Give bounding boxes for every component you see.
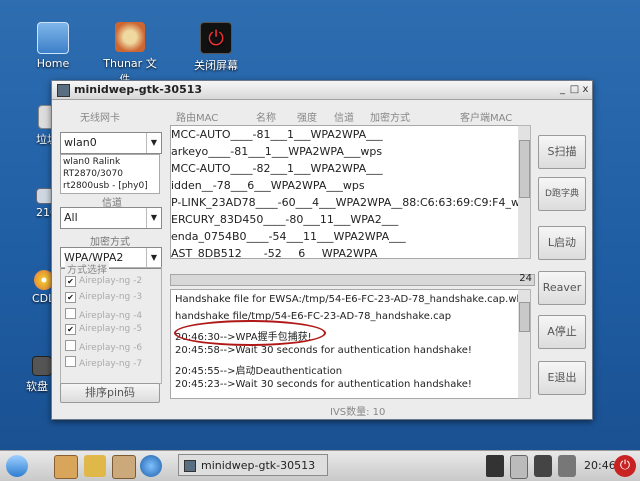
window-title: minidwep-gtk-30513 (74, 83, 203, 96)
nic-select-value: wlan0 (64, 136, 97, 149)
log-line: 20:45:55-->启动Deauthentication (175, 366, 343, 377)
window-app-icon (57, 84, 70, 97)
volume-icon[interactable] (486, 455, 504, 477)
nic-info-box: wlan0 Ralink RT2870/3070 rt2800usb - [ph… (60, 154, 160, 194)
editor-icon[interactable] (84, 455, 106, 477)
log-line: 20:45:58-->Wait 30 seconds for authentic… (175, 345, 472, 356)
mode-label: Aireplay-ng -3 (79, 292, 143, 302)
home-folder-icon (37, 22, 69, 54)
mode-checkbox[interactable]: ✔ Aireplay-ng -3 (65, 292, 142, 306)
header-mac: 路由MAC (176, 113, 219, 124)
mode-checkbox[interactable]: ✔ Aireplay-ng -5 (65, 324, 142, 338)
nic-info-line: RT2870/3070 (63, 169, 123, 179)
ap-row[interactable]: enda_0754B0____-54___11___WPA2WPA___ (171, 230, 406, 243)
ap-row[interactable]: idden__-78___6___WPA2WPA___wps (171, 179, 365, 192)
checkbox-empty-icon (65, 308, 76, 319)
ap-row[interactable]: P-LINK_23AD78____-60___4___WPA2WPA__88:C… (171, 196, 519, 209)
desktop-icon-home[interactable]: Home (17, 22, 89, 70)
file-manager-icon[interactable] (112, 455, 136, 479)
desktop-icon-screen-off[interactable]: ⏻ 关闭屏幕 (180, 22, 252, 73)
ivs-count: IVS数量: 10 (330, 407, 386, 418)
close-button[interactable]: x (579, 83, 592, 96)
sort-pin-button[interactable]: 排序pin码 (60, 383, 160, 403)
start-menu-icon[interactable] (6, 455, 28, 477)
ap-list[interactable]: MCC-AUTO____-81___1___WPA2WPA___ arkeyo_… (170, 125, 520, 259)
nic-select[interactable]: wlan0 ▼ (60, 132, 162, 154)
checkbox-empty-icon (65, 340, 76, 351)
nic-info-line: rt2800usb - [phy0] (63, 181, 148, 191)
log-line: 20:45:23-->Wait 30 seconds for authentic… (175, 379, 472, 390)
power-icon[interactable]: ⏻ (614, 455, 636, 477)
ap-row[interactable]: arkeyo____-81___1___WPA2WPA___wps (171, 145, 382, 158)
desktop-icon-label: 关闭屏幕 (194, 59, 238, 72)
header-name: 名称 (256, 113, 276, 124)
taskbar: minidwep-gtk-30513 20:46 ⏻ (0, 450, 640, 481)
network-icon[interactable] (534, 455, 552, 477)
battery-icon[interactable] (558, 455, 576, 477)
checkbox-checked-icon: ✔ (65, 276, 76, 287)
ap-row[interactable]: MCC-AUTO____-81___1___WPA2WPA___ (171, 128, 383, 141)
mode-label: Aireplay-ng -4 (79, 311, 143, 321)
mode-label: Aireplay-ng -7 (79, 359, 143, 369)
window-app-icon (184, 460, 196, 472)
mode-group-legend: 方式选择 (65, 261, 109, 276)
progress-value: 24 (519, 273, 532, 284)
mode-label: Aireplay-ng -2 (79, 276, 143, 286)
chevron-down-icon: ▼ (146, 208, 161, 228)
desktop-toggle-icon[interactable] (54, 455, 78, 479)
chevron-down-icon: ▼ (146, 248, 161, 268)
chevron-down-icon: ▼ (146, 133, 161, 153)
start-button[interactable]: L启动 (538, 226, 586, 260)
header-client-mac: 客户端MAC (460, 113, 513, 124)
taskbar-window-button[interactable]: minidwep-gtk-30513 (178, 454, 328, 476)
nic-info-line: wlan0 Ralink (63, 157, 121, 167)
encryption-label: 加密方式 (90, 237, 130, 248)
mode-checkbox[interactable]: ✔ Aireplay-ng -2 (65, 276, 142, 290)
header-encryption: 加密方式 (370, 113, 410, 124)
ap-list-scrollbar[interactable] (518, 125, 531, 259)
checkbox-empty-icon (65, 356, 76, 367)
desktop-icon-label: 软盘 (26, 380, 48, 393)
mode-checkbox[interactable]: Aireplay-ng -6 (65, 340, 142, 354)
desktop-icon-thunar[interactable]: Thunar 文件... (94, 22, 166, 87)
progress-bar: 24 (170, 273, 535, 286)
checkbox-checked-icon: ✔ (65, 292, 76, 303)
header-nic: 无线网卡 (80, 113, 120, 124)
dictionary-button[interactable]: D跑字典 (538, 177, 586, 211)
scrollbar-thumb[interactable] (519, 302, 530, 332)
stop-button[interactable]: A停止 (538, 315, 586, 349)
ap-row[interactable]: MCC-AUTO____-82___1___WPA2WPA___ (171, 162, 383, 175)
exit-button[interactable]: E退出 (538, 361, 586, 395)
ap-row[interactable]: ERCURY_83D450____-80___11___WPA2___ (171, 213, 398, 226)
mode-group: 方式选择 ✔ Aireplay-ng -2 ✔ Aireplay-ng -3 Air… (60, 261, 162, 384)
reaver-button[interactable]: Reaver (538, 271, 586, 305)
scrollbar-thumb[interactable] (519, 140, 530, 198)
window-titlebar[interactable]: minidwep-gtk-30513 _ □ x (52, 81, 592, 100)
scan-button[interactable]: S扫描 (538, 135, 586, 169)
mode-checkbox[interactable]: Aireplay-ng -4 (65, 308, 142, 322)
highlight-ellipse (174, 320, 326, 346)
floppy-icon (32, 356, 52, 376)
mode-label: Aireplay-ng -5 (79, 324, 143, 334)
clock: 20:46 (584, 459, 616, 472)
storage-icon[interactable] (510, 455, 528, 479)
checkbox-checked-icon: ✔ (65, 324, 76, 335)
log-line: Handshake file for EWSA:/tmp/54-E6-FC-23… (175, 294, 520, 305)
browser-icon[interactable] (140, 455, 162, 477)
mode-label: Aireplay-ng -6 (79, 343, 143, 353)
power-icon: ⏻ (200, 22, 232, 54)
channel-select[interactable]: All ▼ (60, 207, 162, 229)
log-scrollbar[interactable] (518, 289, 531, 399)
header-strength: 强度 (297, 113, 317, 124)
taskbar-window-label: minidwep-gtk-30513 (201, 459, 316, 472)
header-channel: 信道 (334, 113, 354, 124)
ap-row[interactable]: AST_8DB512____-52___6___WPA2WPA (171, 247, 377, 258)
desktop-icon-label: Home (36, 57, 70, 70)
file-manager-icon (115, 22, 145, 52)
channel-select-value: All (64, 211, 78, 224)
mode-checkbox[interactable]: Aireplay-ng -7 (65, 356, 142, 370)
minidwep-window: minidwep-gtk-30513 _ □ x 无线网卡 路由MAC 名称 强… (51, 80, 593, 420)
